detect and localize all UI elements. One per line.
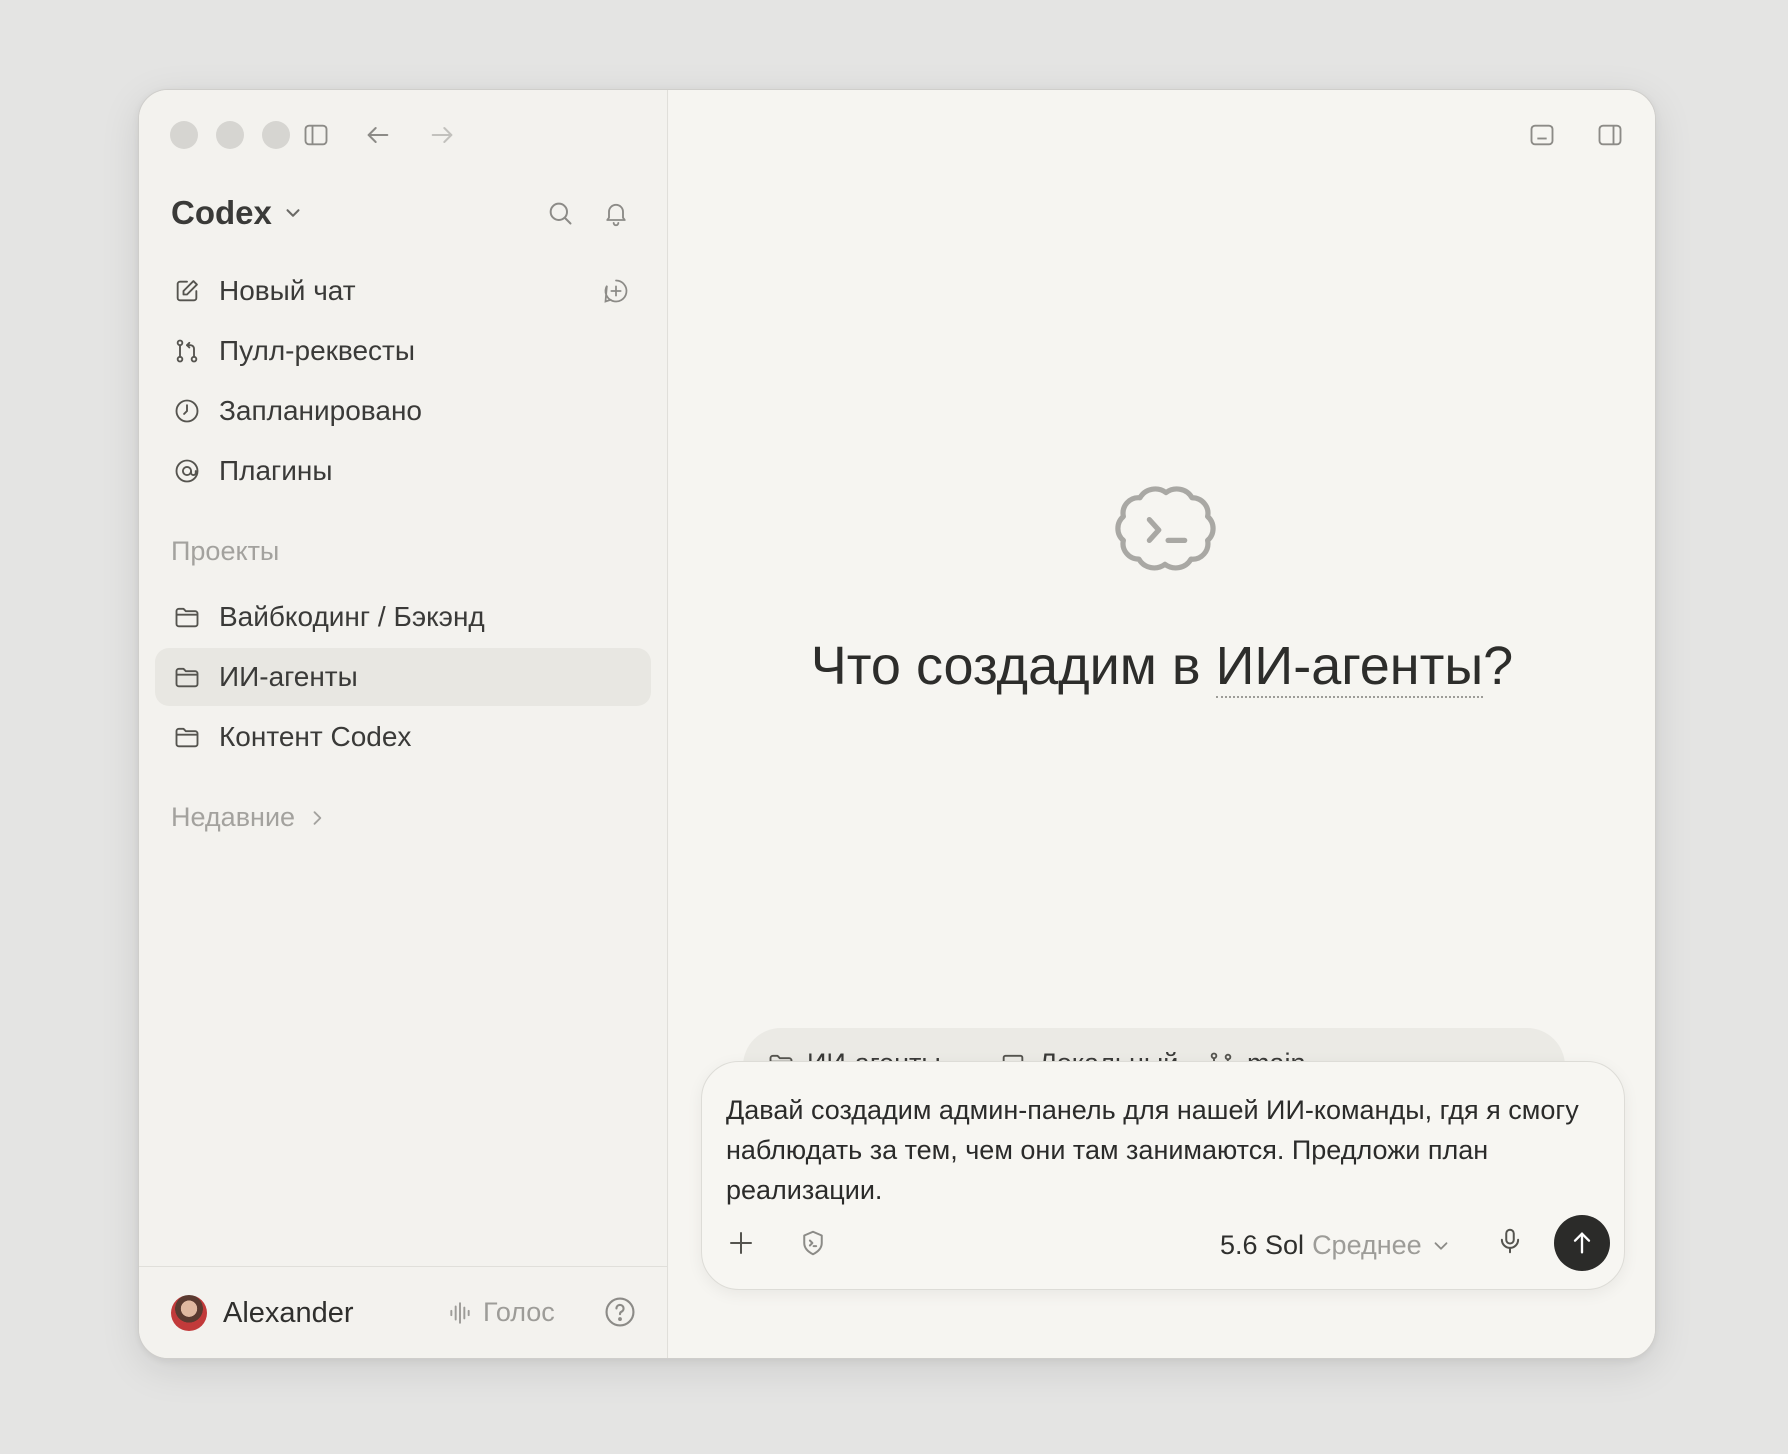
- project-label: Вайбкодинг / Бэкэнд: [219, 601, 485, 632]
- sidebar-footer: Alexander Голос: [139, 1266, 667, 1358]
- permissions-button[interactable]: [798, 1228, 828, 1258]
- projects-section-label: Проекты: [171, 536, 280, 566]
- hero-project-name[interactable]: ИИ-агенты: [1215, 636, 1484, 698]
- edit-icon: [171, 275, 203, 307]
- voice-button[interactable]: Голос: [447, 1297, 555, 1328]
- terminal-panel-icon[interactable]: [1525, 118, 1559, 152]
- app-window: Codex Новый чат Пулл-реквесты Запланиров…: [138, 89, 1656, 1359]
- microphone-button[interactable]: [1495, 1226, 1525, 1256]
- model-name: 5.6 Sol: [1220, 1230, 1305, 1260]
- window-controls: [170, 121, 290, 149]
- sidebar-item-label: Запланировано: [219, 395, 422, 426]
- voice-label: Голос: [483, 1297, 555, 1327]
- bell-icon[interactable]: [599, 196, 633, 230]
- sidebar-item-pull-requests[interactable]: Пулл-реквесты: [155, 322, 651, 380]
- app-switcher[interactable]: Codex: [171, 194, 304, 232]
- recent-section-label: Недавние: [171, 802, 296, 832]
- codex-logo-icon: [1114, 478, 1218, 582]
- waveform-icon: [450, 1301, 470, 1324]
- shield-icon: [803, 1230, 823, 1256]
- composer[interactable]: Давай создадим админ-панель для нашей ИИ…: [701, 1061, 1625, 1290]
- chevron-down-icon: [286, 209, 300, 217]
- folder-icon: [171, 601, 203, 633]
- recent-section-toggle[interactable]: Недавние: [171, 802, 327, 833]
- help-icon[interactable]: [603, 1295, 637, 1329]
- hero-suffix: ?: [1483, 636, 1514, 696]
- new-chat-plus-icon[interactable]: [599, 274, 633, 308]
- clock-icon: [171, 395, 203, 427]
- sidebar-item-label: Плагины: [219, 455, 333, 486]
- arrow-up-icon: [1573, 1232, 1591, 1254]
- effort-level: Среднее: [1312, 1230, 1422, 1260]
- project-label: Контент Codex: [219, 721, 412, 752]
- project-item[interactable]: Вайбкодинг / Бэкэнд: [155, 588, 651, 646]
- project-item[interactable]: Контент Codex: [155, 708, 651, 766]
- hero-prefix: Что создадим в: [810, 636, 1216, 696]
- avatar[interactable]: [171, 1295, 207, 1331]
- back-arrow-icon[interactable]: [361, 118, 395, 152]
- prompt-input[interactable]: Давай создадим админ-панель для нашей ИИ…: [726, 1090, 1594, 1210]
- sidebar-item-plugins[interactable]: Плагины: [155, 442, 651, 500]
- add-attachment-button[interactable]: [726, 1228, 756, 1258]
- right-panel-icon[interactable]: [1593, 118, 1627, 152]
- project-item-active[interactable]: ИИ-агенты: [155, 648, 651, 706]
- project-label: ИИ-агенты: [219, 661, 358, 692]
- chevron-down-icon: [1434, 1241, 1448, 1250]
- send-button[interactable]: [1554, 1215, 1610, 1271]
- hero-title: Что создадим в ИИ-агенты?: [669, 635, 1655, 698]
- minimize-window-button[interactable]: [216, 121, 244, 149]
- app-title: Codex: [171, 194, 272, 231]
- sidebar-item-scheduled[interactable]: Запланировано: [155, 382, 651, 440]
- microphone-icon: [1500, 1228, 1520, 1254]
- sidebar-item-new-chat[interactable]: Новый чат: [155, 262, 651, 320]
- plugin-icon: [171, 455, 203, 487]
- forward-arrow-icon[interactable]: [425, 118, 459, 152]
- chevron-right-icon: [313, 810, 322, 825]
- sidebar-item-label: Новый чат: [219, 275, 356, 306]
- model-selector[interactable]: 5.6 Sol Среднее: [1220, 1230, 1452, 1261]
- pull-request-icon: [171, 335, 203, 367]
- folder-icon: [171, 661, 203, 693]
- sidebar: Codex Новый чат Пулл-реквесты Запланиров…: [139, 90, 668, 1358]
- plus-icon: [730, 1232, 752, 1254]
- user-name[interactable]: Alexander: [223, 1297, 354, 1330]
- toggle-sidebar-icon[interactable]: [299, 118, 333, 152]
- search-icon[interactable]: [543, 196, 577, 230]
- maximize-window-button[interactable]: [262, 121, 290, 149]
- folder-icon: [171, 721, 203, 753]
- sidebar-item-label: Пулл-реквесты: [219, 335, 415, 366]
- close-window-button[interactable]: [170, 121, 198, 149]
